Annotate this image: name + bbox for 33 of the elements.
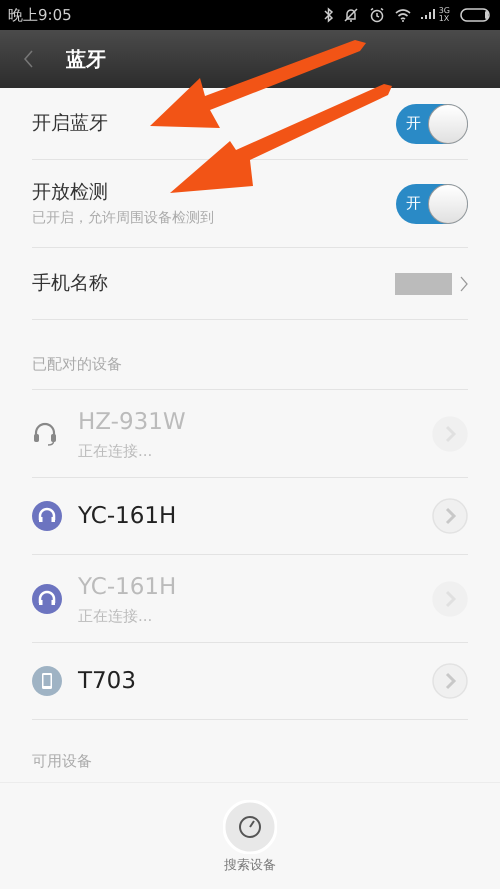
headphones-icon — [32, 584, 62, 614]
section-header: 已配对的设备 — [32, 354, 122, 374]
gauge-icon — [223, 800, 277, 854]
alarm-icon — [368, 7, 385, 23]
search-devices-button[interactable]: 搜索设备 — [223, 800, 277, 889]
setting-description: 已开启，允许周围设备检测到 — [32, 209, 214, 228]
phone-icon — [32, 666, 62, 696]
section-header: 可用设备 — [32, 750, 92, 772]
back-icon[interactable] — [24, 50, 34, 68]
setting-label: 手机名称 — [32, 271, 108, 296]
headset-icon — [32, 420, 58, 446]
setting-label: 开放检测 — [32, 180, 109, 205]
toggle-switch[interactable]: 开 — [396, 184, 468, 224]
status-time: 晚上9:05 — [8, 4, 72, 26]
muted-bell-icon — [342, 7, 359, 23]
network-subtype: 1X — [438, 15, 450, 23]
device-status: 正在连接... — [78, 440, 154, 462]
chevron-icon[interactable] — [460, 276, 468, 292]
name-value-block — [395, 272, 452, 294]
battery-icon — [460, 8, 492, 22]
bluetooth-icon — [324, 7, 333, 23]
network-type: 3G — [438, 7, 450, 15]
headphones-icon — [32, 501, 62, 531]
signal-icon — [420, 9, 437, 21]
toggle-switch[interactable]: 开 — [396, 104, 468, 144]
wifi-icon — [394, 8, 411, 22]
device-details-icon[interactable] — [432, 663, 468, 699]
device-name[interactable]: YC-161H — [78, 498, 432, 534]
device-status: 正在连接... — [78, 606, 154, 626]
device-name[interactable]: T703 — [78, 664, 432, 698]
page-title: 蓝牙 — [66, 46, 106, 73]
setting-label: 开启蓝牙 — [32, 111, 108, 136]
device-details-icon[interactable] — [432, 498, 468, 534]
